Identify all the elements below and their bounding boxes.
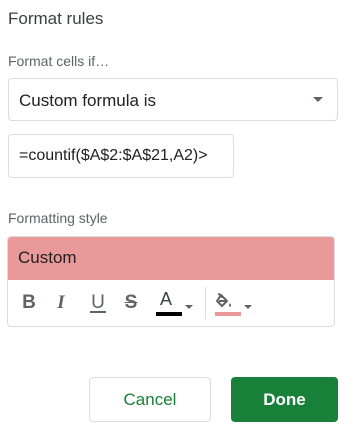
format-rules-title: Format rules (8, 9, 104, 28)
toolbar-divider (205, 287, 206, 319)
condition-dropdown[interactable]: Custom formula is (8, 78, 338, 121)
underline-icon[interactable]: U (90, 290, 106, 316)
strikethrough-icon[interactable]: S (123, 290, 139, 316)
done-button[interactable]: Done (231, 377, 338, 422)
fill-color-bar (215, 312, 241, 316)
underline-glyph: U (90, 291, 106, 313)
fill-color-icon[interactable] (215, 289, 241, 317)
text-color-glyph: A (160, 289, 173, 309)
condition-label: Format cells if… (8, 53, 110, 69)
condition-dropdown-value: Custom formula is (19, 91, 156, 110)
text-color-chevron-icon[interactable] (185, 305, 193, 309)
formatting-style-label: Formatting style (8, 210, 108, 226)
formatting-style-box: Custom B I U S A (7, 236, 335, 327)
fill-color-chevron-icon[interactable] (244, 305, 252, 309)
cancel-button[interactable]: Cancel (89, 377, 211, 422)
preview-text: Custom (18, 248, 77, 267)
custom-formula-field[interactable] (8, 134, 234, 178)
text-color-bar (156, 312, 182, 316)
bold-icon[interactable]: B (22, 290, 36, 316)
custom-formula-input[interactable] (9, 135, 233, 177)
chevron-down-icon (313, 97, 323, 102)
paint-bucket-icon (216, 293, 231, 307)
text-color-icon[interactable]: A (156, 289, 182, 317)
italic-icon[interactable]: I (54, 290, 68, 316)
formatting-style-preview[interactable]: Custom (8, 237, 334, 280)
formatting-toolbar: B I U S A (8, 280, 334, 326)
